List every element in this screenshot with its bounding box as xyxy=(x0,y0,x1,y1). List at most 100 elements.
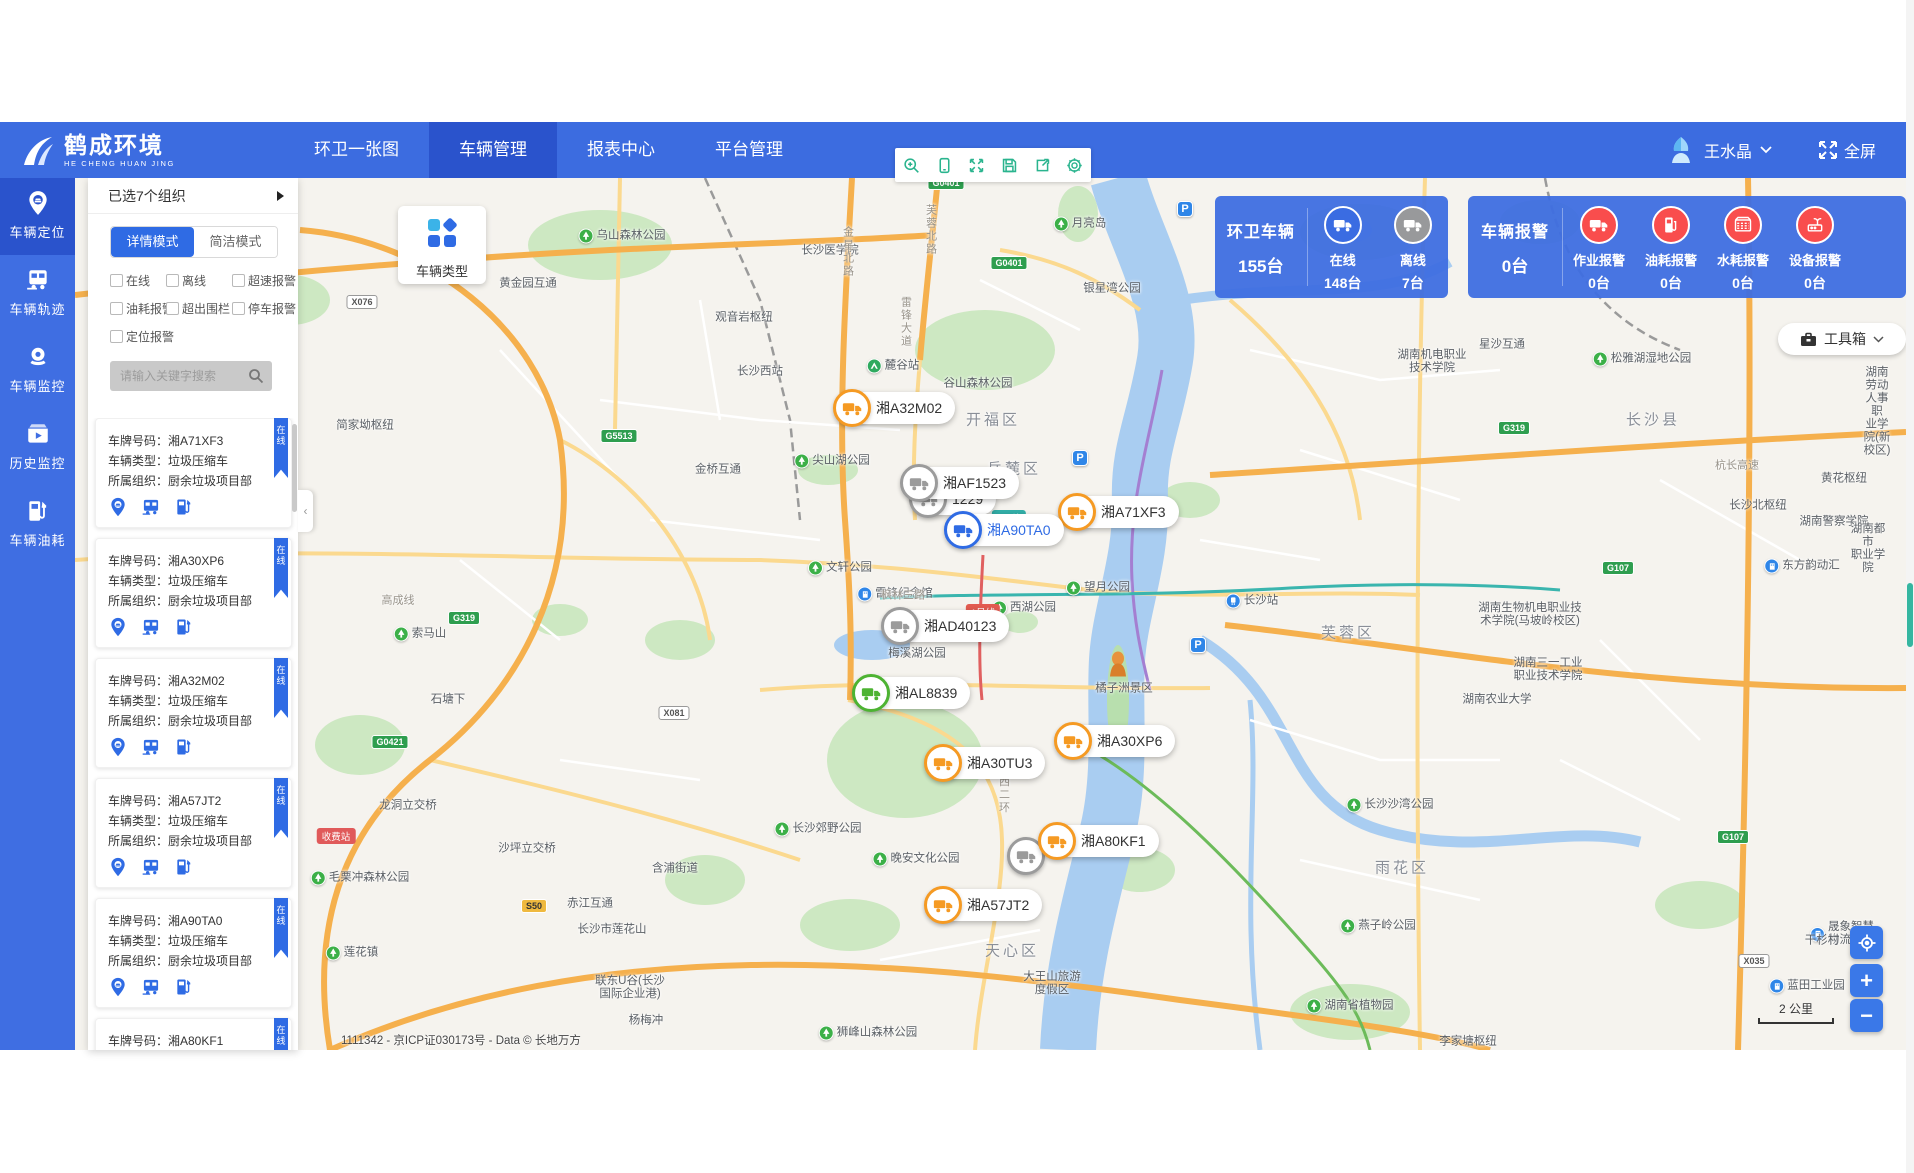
vehicle-card-湘A80KF1[interactable]: 车牌号码：湘A80KF1 车辆类型：垃圾压缩车 所属组织：厨余垃圾项目部 在线 xyxy=(95,1018,292,1050)
mobile-icon[interactable] xyxy=(928,148,961,182)
vehicle-marker-湘AL8839[interactable]: 湘AL8839 xyxy=(855,677,970,709)
filter-checkbox-停车报警[interactable]: 停车报警 xyxy=(232,300,296,317)
chevron-down-icon[interactable] xyxy=(1760,146,1772,154)
vehicle-card-湘A30XP6[interactable]: 车牌号码：湘A30XP6 车辆类型：垃圾压缩车 所属组织：厨余垃圾项目部 在线 xyxy=(95,538,292,648)
online-count: 148台 xyxy=(1324,273,1361,293)
zoom-search-icon[interactable] xyxy=(895,148,928,182)
vehicle-marker[interactable] xyxy=(1010,840,1042,872)
vehicle-marker-湘A71XF3[interactable]: 湘A71XF3 xyxy=(1061,496,1179,528)
filter-checkbox-油耗报警[interactable]: 油耗报警 xyxy=(110,300,166,317)
locate-vehicle-icon[interactable] xyxy=(108,737,128,757)
alarm-stat-水耗报警: 水耗报警 0台 xyxy=(1707,196,1779,298)
car-pin-icon xyxy=(25,190,51,216)
page-scrollbar-thumb[interactable] xyxy=(1907,583,1913,647)
vehicle-marker-湘AF1523[interactable]: 湘AF1523 xyxy=(903,467,1019,499)
vehicle-marker-湘A57JT2[interactable]: 湘A57JT2 xyxy=(927,889,1042,921)
filter-checkbox-超出围栏[interactable]: 超出围栏 xyxy=(166,300,232,317)
zoom-in-button[interactable]: + xyxy=(1850,964,1883,997)
sidebar-item-label: 历史监控 xyxy=(0,453,75,472)
vehicle-marker-label: 湘A32M02 xyxy=(876,398,942,418)
nav-item-车辆管理[interactable]: 车辆管理 xyxy=(429,122,557,178)
org-selector[interactable]: 已选7个组织 xyxy=(88,178,298,214)
vehicle-marker-label: 湘A30TU3 xyxy=(967,753,1032,773)
vehicle-marker-湘A80KF1[interactable]: 湘A80KF1 xyxy=(1041,825,1159,857)
status-badge: 在线 xyxy=(274,1018,288,1050)
vehicle-marker-label: 湘A80KF1 xyxy=(1081,831,1146,851)
vehicle-org: 所属组织：厨余垃圾项目部 xyxy=(108,711,281,731)
filter-checkbox-在线[interactable]: 在线 xyxy=(110,272,166,289)
vehicle-marker-icon xyxy=(1054,722,1092,760)
locate-vehicle-icon[interactable] xyxy=(108,497,128,517)
filter-checkbox-超速报警[interactable]: 超速报警 xyxy=(232,272,296,289)
page-scrollbar[interactable] xyxy=(1906,0,1914,1173)
map-canvas[interactable]: 智造小镇乌山森林公园黄金园互通长沙医学院月亮岛银星湾公园观音岩枢纽谷山森林公园麓… xyxy=(75,178,1906,1050)
fuel-vehicle-icon[interactable] xyxy=(174,857,194,877)
map-toolbar xyxy=(895,148,1091,182)
sidebar-item-车辆监控[interactable]: 车辆监控 xyxy=(0,332,75,409)
filter-checkbox-定位报警[interactable]: 定位报警 xyxy=(110,328,166,345)
left-sidebar: 车辆定位 车辆轨迹 车辆监控 历史监控 车辆油耗 xyxy=(0,178,75,1050)
checkbox-icon xyxy=(110,274,123,287)
vehicle-card-湘A57JT2[interactable]: 车牌号码：湘A57JT2 车辆类型：垃圾压缩车 所属组织：厨余垃圾项目部 在线 xyxy=(95,778,292,888)
export-icon[interactable] xyxy=(1026,148,1059,182)
expand-icon[interactable] xyxy=(960,148,993,182)
checkbox-icon xyxy=(166,302,179,315)
track-vehicle-icon[interactable] xyxy=(141,737,161,757)
vehicle-marker-湘AD40123[interactable]: 湘AD40123 xyxy=(884,610,1009,642)
list-scrollbar[interactable] xyxy=(292,424,297,1044)
sidebar-item-车辆轨迹[interactable]: 车辆轨迹 xyxy=(0,255,75,332)
checkbox-icon xyxy=(232,302,245,315)
user-avatar[interactable] xyxy=(1666,135,1696,165)
track-vehicle-icon[interactable] xyxy=(141,617,161,637)
vehicle-marker-icon xyxy=(852,674,890,712)
status-filters: 在线离线超速报警油耗报警超出围栏停车报警定位报警 xyxy=(110,272,292,345)
vehicle-card-湘A71XF3[interactable]: 车牌号码：湘A71XF3 车辆类型：垃圾压缩车 所属组织：厨余垃圾项目部 在线 xyxy=(95,418,292,528)
locate-button[interactable] xyxy=(1850,926,1883,959)
fuel-vehicle-icon[interactable] xyxy=(174,497,194,517)
alarm-stats-card: 车辆报警 0台 作业报警 0台 油耗报警 0台 水耗报警 0台 设备报警 0台 xyxy=(1468,196,1906,298)
app-logo: 鹤成环境 HE CHENG HUAN JING xyxy=(18,131,248,169)
locate-vehicle-icon[interactable] xyxy=(108,857,128,877)
panel-collapse-handle[interactable]: ‹ xyxy=(298,490,313,532)
alarm-count: 0台 xyxy=(1588,273,1610,293)
fuel-vehicle-icon[interactable] xyxy=(174,977,194,997)
fuel-vehicle-icon[interactable] xyxy=(174,617,194,637)
tab-detail-mode[interactable]: 详情模式 xyxy=(111,227,194,257)
locate-vehicle-icon[interactable] xyxy=(108,617,128,637)
nav-item-报表中心[interactable]: 报表中心 xyxy=(557,122,685,178)
nav-item-环卫一张图[interactable]: 环卫一张图 xyxy=(284,122,429,178)
vehicle-type: 车辆类型：垃圾压缩车 xyxy=(108,571,281,591)
fullscreen-button[interactable]: 全屏 xyxy=(1818,138,1876,162)
search-icon[interactable] xyxy=(248,368,264,384)
app-root: 智造小镇乌山森林公园黄金园互通长沙医学院月亮岛银星湾公园观音岩枢纽谷山森林公园麓… xyxy=(0,0,1914,1173)
vehicle-plate: 车牌号码：湘A32M02 xyxy=(108,671,281,691)
vehicle-type: 车辆类型：垃圾压缩车 xyxy=(108,931,281,951)
nav-item-平台管理[interactable]: 平台管理 xyxy=(685,122,813,178)
sidebar-item-车辆油耗[interactable]: 车辆油耗 xyxy=(0,486,75,563)
vehicle-card-湘A32M02[interactable]: 车牌号码：湘A32M02 车辆类型：垃圾压缩车 所属组织：厨余垃圾项目部 在线 xyxy=(95,658,292,768)
tab-simple-mode[interactable]: 简洁模式 xyxy=(194,227,277,257)
user-name[interactable]: 王水晶 xyxy=(1704,138,1752,162)
zoom-out-button[interactable]: − xyxy=(1850,999,1883,1032)
vehicle-marker-湘A30XP6[interactable]: 湘A30XP6 xyxy=(1057,725,1175,757)
track-vehicle-icon[interactable] xyxy=(141,977,161,997)
fuel-vehicle-icon[interactable] xyxy=(174,737,194,757)
settings-icon[interactable] xyxy=(1058,148,1091,182)
sidebar-item-车辆定位[interactable]: 车辆定位 xyxy=(0,178,75,255)
track-vehicle-icon[interactable] xyxy=(141,857,161,877)
alarm-stat-设备报警: 设备报警 0台 xyxy=(1779,196,1851,298)
save-icon[interactable] xyxy=(993,148,1026,182)
locate-vehicle-icon[interactable] xyxy=(108,977,128,997)
sidebar-item-历史监控[interactable]: 历史监控 xyxy=(0,409,75,486)
vehicle-marker-湘A30TU3[interactable]: 湘A30TU3 xyxy=(927,747,1045,779)
filter-checkbox-离线[interactable]: 离线 xyxy=(166,272,232,289)
vehicle-card-湘A90TA0[interactable]: 车牌号码：湘A90TA0 车辆类型：垃圾压缩车 所属组织：厨余垃圾项目部 在线 xyxy=(95,898,292,1008)
vehicle-org: 所属组织：厨余垃圾项目部 xyxy=(108,471,281,491)
vehicle-type-button[interactable]: 车辆类型 xyxy=(398,206,486,284)
vehicle-type: 车辆类型：垃圾压缩车 xyxy=(108,691,281,711)
toolbox-button[interactable]: 工具箱 xyxy=(1778,323,1906,355)
track-vehicle-icon[interactable] xyxy=(141,497,161,517)
offline-count: 7台 xyxy=(1402,273,1424,293)
vehicle-marker-湘A90TA0[interactable]: 湘A90TA0 xyxy=(947,514,1064,546)
vehicle-marker-湘A32M02[interactable]: 湘A32M02 xyxy=(836,392,955,424)
